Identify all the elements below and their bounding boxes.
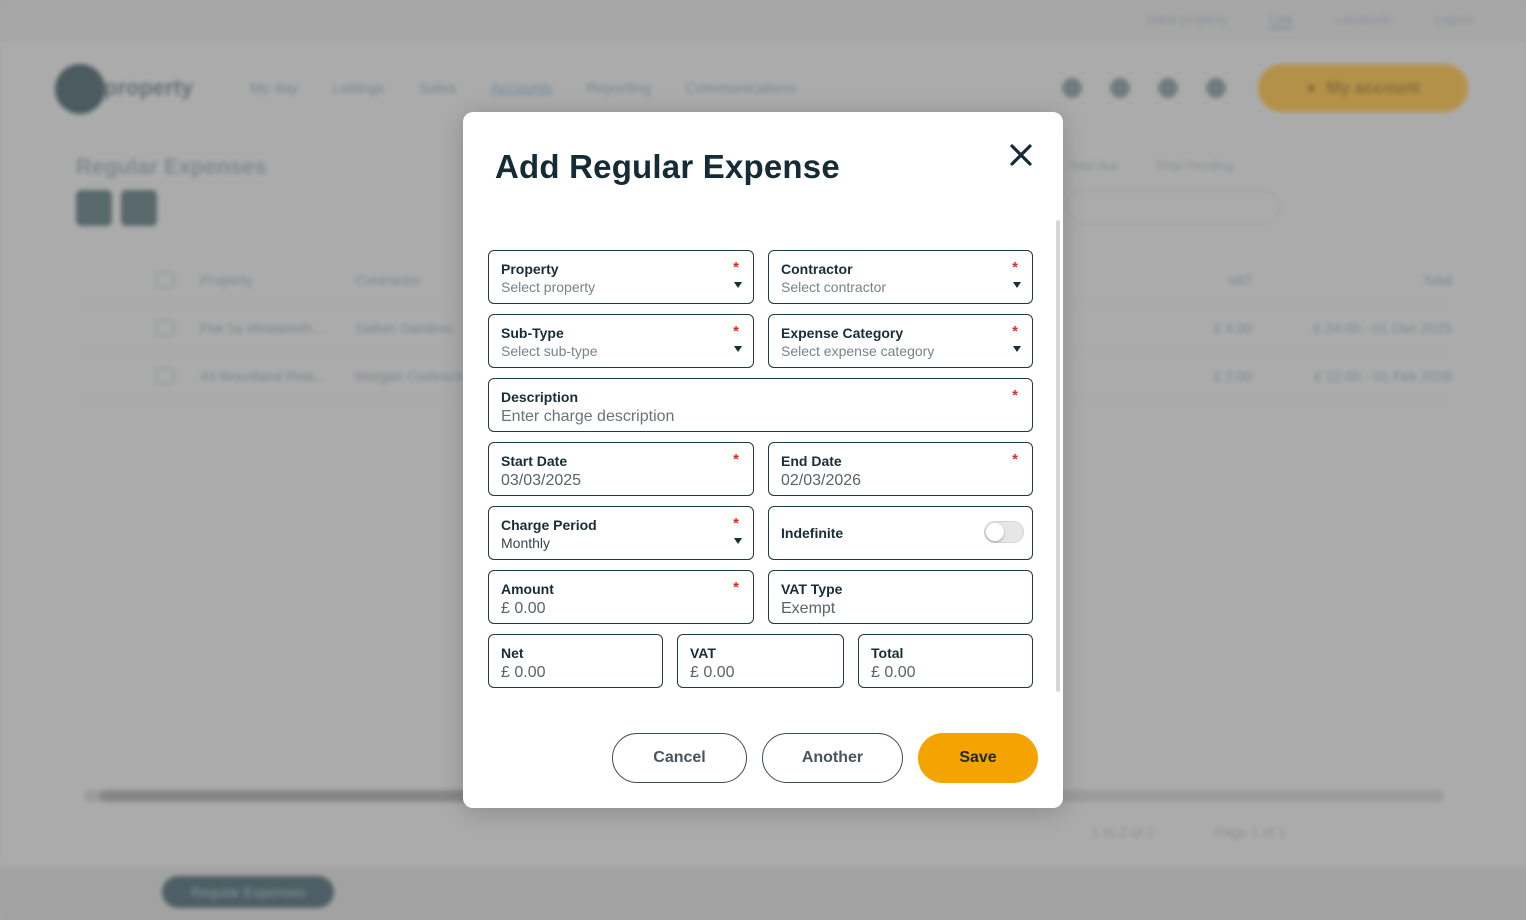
amount-field[interactable]: Amount * £ 0.00 [488,570,754,624]
cancel-button[interactable]: Cancel [612,733,747,783]
vat-value: £ 0.00 [690,664,735,681]
end-date-label: End Date [781,453,842,469]
required-mark: * [1012,387,1018,404]
required-mark: * [1012,259,1018,276]
start-date-label: Start Date [501,453,568,469]
vat-field[interactable]: VAT £ 0.00 [677,634,844,688]
chevron-down-icon [734,282,742,288]
amount-label: Amount [501,581,554,597]
net-value: £ 0.00 [501,664,546,681]
contractor-select[interactable]: Contractor * Select contractor [768,250,1033,304]
expense-category-placeholder: Select expense category [781,343,935,359]
property-select[interactable]: Property * Select property [488,250,754,304]
vat-type-value: Exempt [781,600,836,617]
vat-type-label: VAT Type [781,581,843,597]
charge-period-label: Charge Period [501,517,597,533]
indefinite-field: Indefinite [768,506,1033,560]
amount-value: £ 0.00 [501,600,546,617]
required-mark: * [733,579,739,596]
total-value: £ 0.00 [871,664,916,681]
indefinite-toggle[interactable] [984,521,1024,543]
description-label: Description [501,389,579,405]
net-label: Net [501,645,524,661]
charge-period-select[interactable]: Charge Period * Monthly [488,506,754,560]
toggle-knob [986,523,1004,541]
save-button[interactable]: Save [918,733,1038,783]
chevron-down-icon [1013,282,1021,288]
sub-type-placeholder: Select sub-type [501,343,598,359]
chevron-down-icon [1013,346,1021,352]
required-mark: * [733,323,739,340]
end-date-field[interactable]: End Date * 02/03/2026 [768,442,1033,496]
total-label: Total [871,645,904,661]
modal-scrollbar[interactable] [1056,220,1060,692]
description-placeholder: Enter charge description [501,408,675,425]
property-placeholder: Select property [501,279,596,295]
total-field[interactable]: Total £ 0.00 [858,634,1033,688]
property-label: Property [501,261,559,277]
charge-period-value: Monthly [501,535,551,551]
required-mark: * [733,515,739,532]
expense-category-label: Expense Category [781,325,904,341]
modal-title: Add Regular Expense [495,148,840,185]
description-field[interactable]: Description * Enter charge description [488,378,1033,432]
required-mark: * [1012,323,1018,340]
contractor-placeholder: Select contractor [781,279,887,295]
contractor-label: Contractor [781,261,853,277]
close-button[interactable] [1006,140,1036,170]
required-mark: * [1012,451,1018,468]
vat-label: VAT [690,645,716,661]
chevron-down-icon [734,538,742,544]
indefinite-label: Indefinite [781,525,844,541]
end-date-value: 02/03/2026 [781,472,862,489]
sub-type-label: Sub-Type [501,325,564,341]
sub-type-select[interactable]: Sub-Type * Select sub-type [488,314,754,368]
add-regular-expense-modal: Add Regular Expense Property * Select pr… [463,112,1063,808]
start-date-value: 03/03/2025 [501,472,582,489]
required-mark: * [733,451,739,468]
another-button[interactable]: Another [762,733,903,783]
expense-category-select[interactable]: Expense Category * Select expense catego… [768,314,1033,368]
vat-type-field[interactable]: VAT Type Exempt [768,570,1033,624]
net-field[interactable]: Net £ 0.00 [488,634,663,688]
start-date-field[interactable]: Start Date * 03/03/2025 [488,442,754,496]
close-icon [1010,144,1032,166]
required-mark: * [733,259,739,276]
chevron-down-icon [734,346,742,352]
